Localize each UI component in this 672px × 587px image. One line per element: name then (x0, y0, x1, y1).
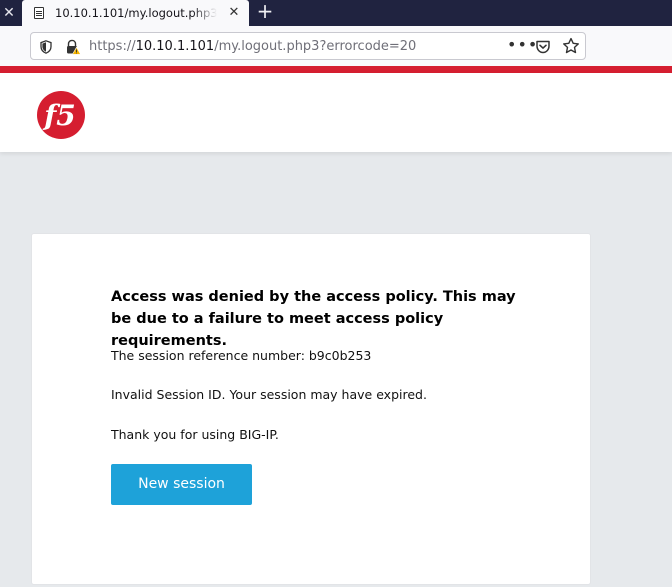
lock-warning-icon[interactable] (65, 39, 81, 55)
navigation-bar: https://10.10.1.101/my.logout.php3?error… (0, 26, 672, 66)
error-heading: Access was denied by the access policy. … (111, 289, 516, 349)
tab-close-icon[interactable]: ✕ (225, 4, 243, 22)
new-tab-button[interactable]: + (254, 0, 276, 24)
invalid-session-text: Invalid Session ID. Your session may hav… (111, 387, 427, 402)
url-text[interactable]: https://10.10.1.101/my.logout.php3?error… (89, 38, 416, 56)
shield-icon[interactable] (40, 40, 52, 54)
brand-bar (0, 66, 672, 73)
url-host: 10.10.1.101 (135, 39, 215, 54)
session-reference-text: The session reference number: b9c0b253 (111, 348, 372, 363)
new-session-button[interactable]: New session (111, 464, 252, 505)
thank-you-text: Thank you for using BIG-IP. (111, 427, 279, 442)
previous-tab-close-icon[interactable]: ✕ (2, 3, 16, 23)
message-card: Access was denied by the access policy. … (31, 233, 591, 585)
tab-title: 10.10.1.101/my.logout.php3?errorcode=20 (55, 6, 217, 20)
page-header: f5 (0, 73, 672, 152)
more-actions-icon[interactable]: ••• (507, 37, 537, 56)
logo-text: f5 (42, 99, 76, 132)
pocket-icon[interactable] (535, 39, 551, 55)
page-icon (34, 7, 44, 19)
tab-strip: ✕ 10.10.1.101/my.logout.php3?errorcode=2… (0, 0, 672, 26)
bookmark-star-icon[interactable] (562, 37, 580, 55)
address-bar[interactable]: https://10.10.1.101/my.logout.php3?error… (30, 32, 586, 60)
active-tab[interactable]: 10.10.1.101/my.logout.php3?errorcode=20 … (22, 0, 249, 26)
url-protocol: https:// (89, 39, 136, 54)
f5-logo: f5 (37, 91, 85, 139)
url-path: /my.logout.php3?errorcode=20 (214, 39, 417, 54)
